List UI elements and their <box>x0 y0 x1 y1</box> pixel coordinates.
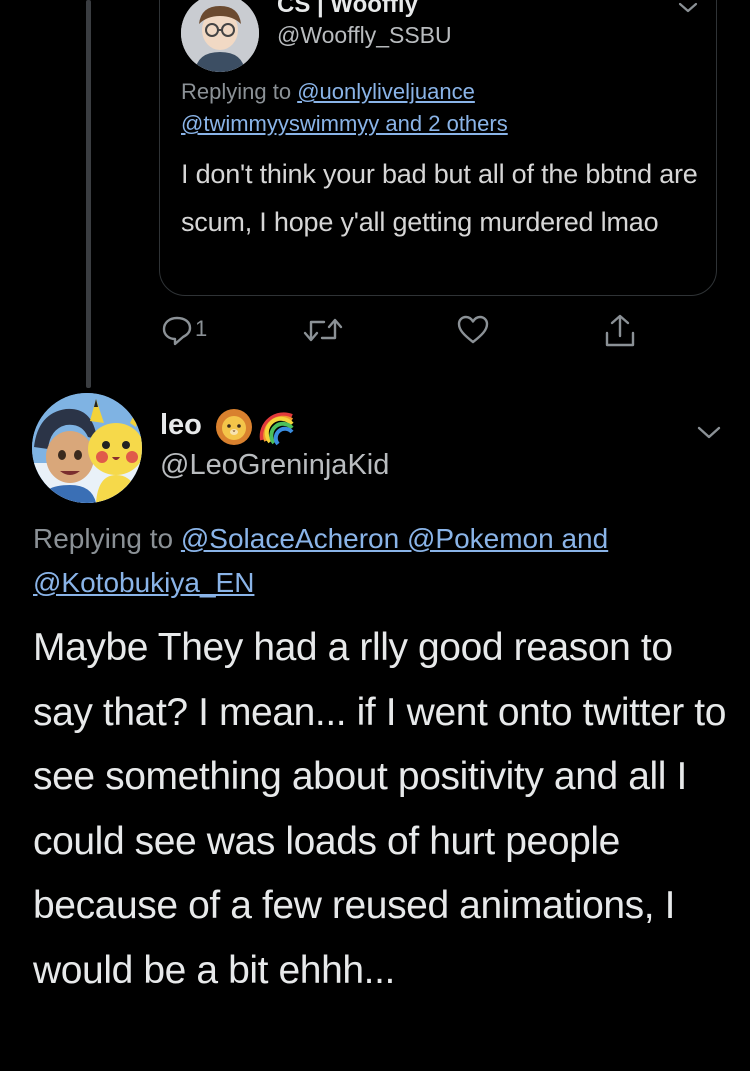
rainbow-icon <box>258 408 296 446</box>
replying-to-user-link[interactable]: @uonlyliveljuance <box>297 79 475 104</box>
quoted-tweet-text: I don't think your bad but all of the bb… <box>181 159 698 237</box>
like-icon <box>457 315 489 344</box>
chevron-down-icon[interactable] <box>677 0 699 16</box>
replying-to-users-link[interactable]: @twimmyyswimmyy and 2 others <box>181 111 508 136</box>
main-tweet-handle[interactable]: @LeoGreninjaKid <box>160 449 389 482</box>
quoted-tweet-handle[interactable]: @Wooffly_SSBU <box>277 22 452 49</box>
thread-connector-line <box>86 0 91 388</box>
lion-face-icon <box>214 407 254 447</box>
share-icon <box>605 314 635 347</box>
main-tweet-display-name[interactable]: leo <box>160 409 202 442</box>
share-button[interactable] <box>603 313 637 349</box>
main-tweet-replying-to: Replying to @SolaceAcheron @Pokemon and … <box>33 517 733 605</box>
quoted-tweet-replying-to: Replying to @uonlyliveljuance @twimmyysw… <box>181 76 701 140</box>
reply-button[interactable] <box>160 313 194 349</box>
replying-to-label: Replying to <box>33 523 181 554</box>
main-tweet-text: Maybe They had a rlly good reason to say… <box>33 626 727 992</box>
replying-to-users-link[interactable]: @SolaceAcheron @Pokemon and <box>181 523 608 554</box>
retweet-icon <box>303 318 343 342</box>
reply-icon <box>162 316 192 346</box>
quoted-tweet-display-name[interactable]: CS | Wooffly <box>277 0 418 19</box>
retweet-button[interactable] <box>302 313 344 349</box>
reply-count: 1 <box>195 316 208 341</box>
replying-to-user-link[interactable]: @Kotobukiya_EN <box>33 567 254 598</box>
chevron-down-icon[interactable] <box>696 424 722 442</box>
ash-and-pikachu-avatar[interactable] <box>32 393 142 503</box>
replying-to-label: Replying to <box>181 79 298 104</box>
like-button[interactable] <box>456 313 490 349</box>
